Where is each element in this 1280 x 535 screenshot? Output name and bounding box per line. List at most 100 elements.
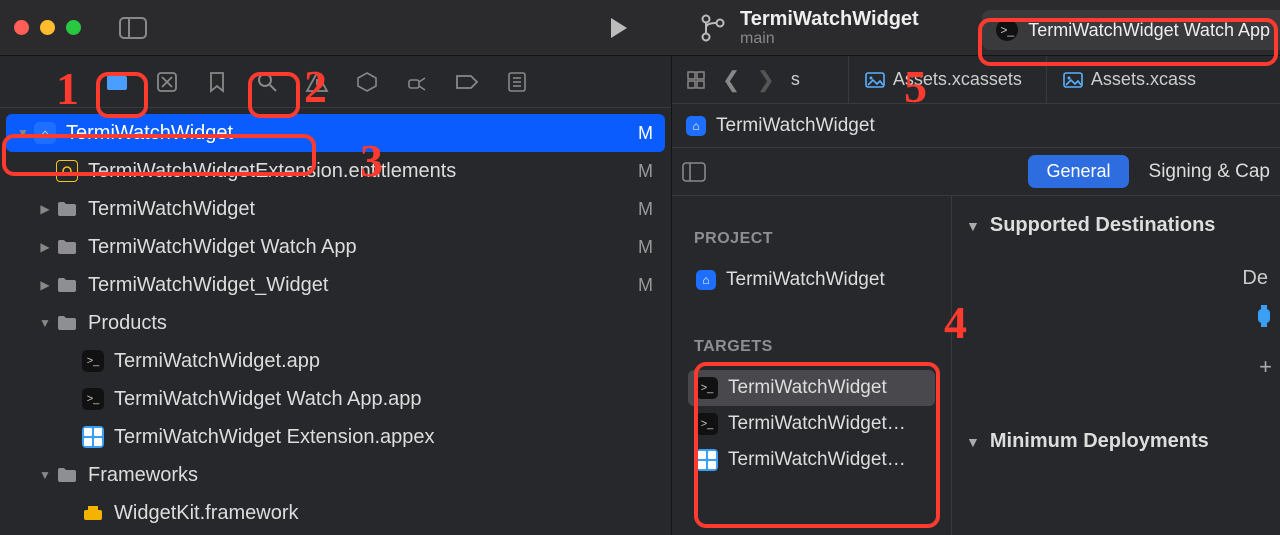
- branch-name: main: [740, 30, 919, 48]
- title-project-info: TermiWatchWidget main: [700, 8, 919, 48]
- scm-status: M: [638, 275, 653, 296]
- tree-item[interactable]: TermiWatchWidgetExtension.entitlementsM: [0, 152, 671, 190]
- tree-item[interactable]: ▼Products: [0, 304, 671, 342]
- test-navigator-icon[interactable]: [350, 65, 384, 99]
- file-icon: [54, 200, 80, 218]
- disclosure-icon[interactable]: ▶: [36, 278, 54, 292]
- grid-icon[interactable]: [682, 70, 710, 90]
- file-icon: [80, 426, 106, 448]
- watch-icon: [1254, 304, 1274, 328]
- file-tree: ▼ ⌂ TermiWatchWidget M TermiWatchWidgetE…: [0, 108, 671, 535]
- project-navigator-icon[interactable]: [100, 65, 134, 99]
- tree-item[interactable]: >_ TermiWatchWidget Watch App.app: [0, 380, 671, 418]
- image-asset-icon: [1063, 72, 1083, 88]
- breadcrumb-bar[interactable]: ⌂ TermiWatchWidget: [672, 104, 1280, 148]
- forward-button[interactable]: ❯: [752, 67, 778, 93]
- project-section-header: PROJECT: [694, 230, 951, 248]
- window-controls: [14, 20, 81, 35]
- minimum-deployments-section[interactable]: ▼ Minimum Deployments: [966, 430, 1280, 453]
- report-navigator-icon[interactable]: [500, 65, 534, 99]
- editor-tab-2[interactable]: Assets.xcass: [1046, 56, 1212, 103]
- tree-root-project[interactable]: ▼ ⌂ TermiWatchWidget M: [6, 114, 665, 152]
- navigator-panel: ▼ ⌂ TermiWatchWidget M TermiWatchWidgetE…: [0, 56, 672, 535]
- source-control-navigator-icon[interactable]: [150, 65, 184, 99]
- run-button[interactable]: [605, 15, 631, 41]
- supported-destinations-section[interactable]: ▼ Supported Destinations: [966, 214, 1280, 237]
- file-icon: [54, 160, 80, 182]
- tree-item-label: TermiWatchWidget Watch App: [88, 236, 638, 259]
- tree-item[interactable]: TermiWatchWidget Extension.appex: [0, 418, 671, 456]
- sidebar-toggle-icon[interactable]: [119, 17, 147, 39]
- tab-general[interactable]: General: [1028, 155, 1128, 188]
- disclosure-down-icon[interactable]: ▼: [14, 126, 32, 140]
- xcode-project-icon: ⌂: [686, 116, 706, 136]
- tab-label: Assets.xcassets: [893, 69, 1022, 90]
- zoom-window-button[interactable]: [66, 20, 81, 35]
- scheme-selector[interactable]: >_ TermiWatchWidget Watch App: [982, 10, 1280, 50]
- target-item[interactable]: >_TermiWatchWidget: [688, 370, 935, 406]
- outline-toggle-icon[interactable]: [682, 162, 706, 182]
- debug-navigator-icon[interactable]: [400, 65, 434, 99]
- tree-item[interactable]: ▶TermiWatchWidget Watch AppM: [0, 228, 671, 266]
- target-label: TermiWatchWidget…: [728, 449, 906, 471]
- tree-item-label: TermiWatchWidget_Widget: [88, 274, 638, 297]
- targets-section-header: TARGETS: [694, 338, 951, 356]
- file-icon: >_: [80, 388, 106, 410]
- project-entry[interactable]: ⌂ TermiWatchWidget: [694, 262, 951, 298]
- navigator-tabs: [0, 56, 671, 108]
- tree-item-label: Frameworks: [88, 464, 653, 487]
- issue-navigator-icon[interactable]: [300, 65, 334, 99]
- disclosure-icon[interactable]: ▼: [36, 316, 54, 330]
- tab-label: Assets.xcass: [1091, 69, 1196, 90]
- file-icon: [54, 466, 80, 484]
- app-icon: >_: [696, 377, 718, 399]
- tree-item-label: TermiWatchWidget Extension.appex: [114, 426, 653, 449]
- branch-icon: [700, 13, 726, 43]
- titlebar: TermiWatchWidget main >_ TermiWatchWidge…: [0, 0, 1280, 56]
- tree-item-label: TermiWatchWidget.app: [114, 350, 653, 373]
- chevron-down-icon: ▼: [966, 434, 980, 450]
- scheme-label: TermiWatchWidget Watch App: [1028, 20, 1270, 41]
- file-icon: [54, 276, 80, 294]
- tree-item-label: TermiWatchWidget: [66, 122, 638, 145]
- target-item[interactable]: TermiWatchWidget…: [694, 442, 951, 478]
- back-button[interactable]: ❮: [718, 67, 744, 93]
- tree-item[interactable]: ▼ Frameworks: [0, 456, 671, 494]
- disclosure-icon[interactable]: ▶: [36, 240, 54, 254]
- tree-item[interactable]: >_TermiWatchWidget.app: [0, 342, 671, 380]
- scm-status: M: [638, 199, 653, 220]
- project-editor-header: General Signing & Cap: [672, 148, 1280, 196]
- tree-item[interactable]: ▶ TermiWatchWidget_WidgetM: [0, 266, 671, 304]
- disclosure-icon[interactable]: ▼: [36, 468, 54, 482]
- tree-item[interactable]: ▶ TermiWatchWidgetM: [0, 190, 671, 228]
- add-destination-button[interactable]: +: [1259, 354, 1272, 380]
- target-item[interactable]: >_TermiWatchWidget…: [694, 406, 951, 442]
- file-icon: [54, 314, 80, 332]
- file-icon: [80, 504, 106, 522]
- tab-signing[interactable]: Signing & Cap: [1149, 161, 1270, 183]
- bookmark-navigator-icon[interactable]: [200, 65, 234, 99]
- scm-status: M: [638, 123, 653, 144]
- editor-tabbar: ❮ ❯ s Assets.xcassets Assets.xcass: [672, 56, 1280, 104]
- disclosure-icon[interactable]: ▶: [36, 202, 54, 216]
- app-icon: >_: [696, 413, 718, 435]
- tree-item-label: TermiWatchWidgetExtension.entitlements: [88, 160, 638, 183]
- find-navigator-icon[interactable]: [250, 65, 284, 99]
- xcode-project-icon: ⌂: [696, 270, 716, 290]
- close-window-button[interactable]: [14, 20, 29, 35]
- path-fragment: s: [791, 69, 800, 90]
- minimize-window-button[interactable]: [40, 20, 55, 35]
- editor-tab-1[interactable]: Assets.xcassets: [848, 56, 1038, 103]
- section-title: Supported Destinations: [990, 214, 1216, 237]
- project-targets-sidebar: PROJECT ⌂ TermiWatchWidget TARGETS >_Ter…: [672, 196, 952, 535]
- scheme-app-icon: >_: [996, 19, 1018, 41]
- tree-item[interactable]: WidgetKit.framework: [0, 494, 671, 532]
- breakpoint-navigator-icon[interactable]: [450, 65, 484, 99]
- target-detail-panel: ▼ Supported Destinations De + ▼ Minimum …: [952, 196, 1280, 535]
- xcode-project-icon: ⌂: [34, 122, 56, 144]
- tree-item-label: TermiWatchWidget: [88, 198, 638, 221]
- tree-item-label: TermiWatchWidget Watch App.app: [114, 388, 653, 411]
- chevron-down-icon: ▼: [966, 218, 980, 234]
- section-title: Minimum Deployments: [990, 430, 1209, 453]
- file-icon: [54, 238, 80, 256]
